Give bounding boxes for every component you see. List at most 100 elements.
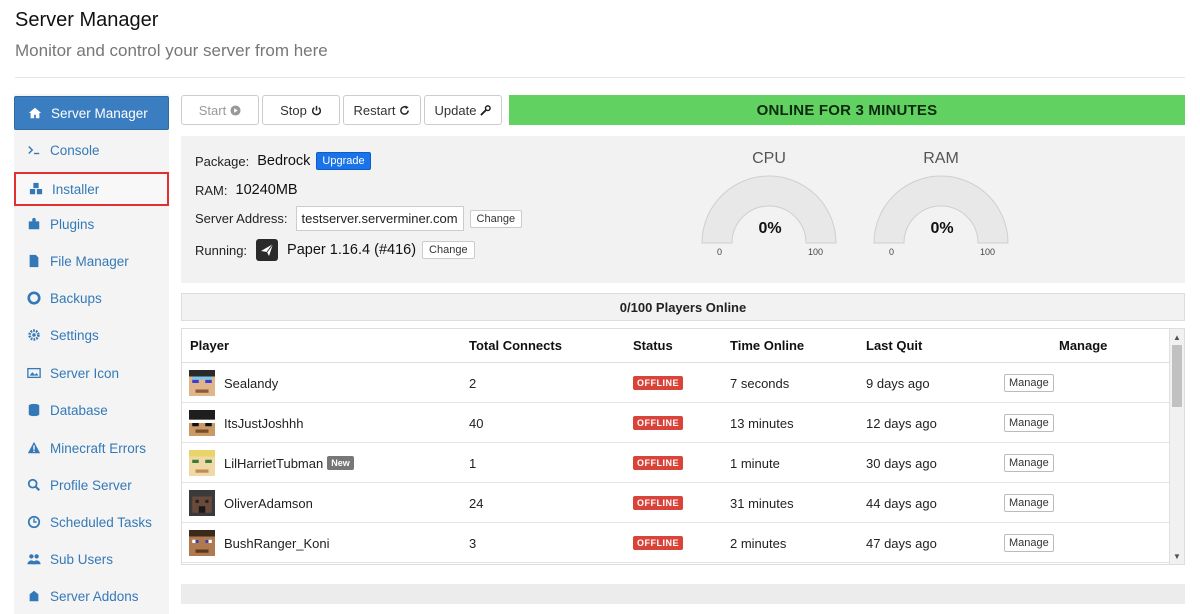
server-address-field[interactable]: testserver.serverminer.com — [295, 206, 464, 231]
power-icon — [311, 105, 321, 115]
sidebar-item-minecraft-errors[interactable]: Minecraft Errors — [14, 431, 169, 465]
lifebuoy-icon — [26, 290, 42, 306]
total-connects: 24 — [469, 495, 484, 511]
table-row: Sealandy 2 OFFLINE 7 seconds 9 days ago … — [182, 363, 1170, 403]
running-label: Running: — [195, 242, 248, 258]
status-cell: OFFLINE — [633, 483, 683, 523]
home-icon — [27, 105, 43, 121]
player-name[interactable]: BushRanger_Koni — [224, 536, 330, 551]
sidebar-item-server-icon[interactable]: Server Icon — [14, 356, 169, 390]
column-header-total-connects: Total Connects — [469, 338, 562, 353]
last-quit: 30 days ago — [866, 455, 937, 471]
status-badge: OFFLINE — [633, 536, 683, 550]
sidebar-item-label: Profile Server — [50, 477, 132, 493]
player-cell: LilHarrietTubman New — [182, 443, 354, 483]
sidebar-item-installer[interactable]: Installer — [14, 172, 169, 206]
avatar — [189, 530, 215, 556]
table-row: ItsJustJoshhh 40 OFFLINE 13 minutes 12 d… — [182, 403, 1170, 443]
package-value: Bedrock — [257, 153, 311, 169]
sidebar-item-settings[interactable]: Settings — [14, 318, 169, 352]
sidebar-item-backups[interactable]: Backups — [14, 281, 169, 315]
sidebar-item-scheduled-tasks[interactable]: Scheduled Tasks — [14, 505, 169, 539]
title-divider — [15, 77, 1185, 78]
player-name[interactable]: Sealandy — [224, 376, 278, 391]
avatar — [189, 370, 215, 396]
server-info-panel: Package: Bedrock Upgrade RAM: 10240MB Se… — [181, 136, 1185, 283]
player-name[interactable]: ItsJustJoshhh — [224, 416, 304, 431]
cpu-gauge-max: 100 — [808, 247, 824, 257]
sidebar-item-label: Database — [50, 402, 108, 418]
sidebar: Server Manager Console Installer Plugins… — [14, 94, 169, 614]
sidebar-item-server-addons[interactable]: Server Addons — [14, 579, 169, 613]
ram-gauge-value: 0% — [930, 220, 954, 237]
ram-gauge-max: 100 — [980, 247, 996, 257]
update-button-label: Update — [434, 102, 477, 118]
column-header-status: Status — [633, 338, 673, 353]
manage-cell: Manage — [1004, 403, 1054, 443]
status-cell: OFFLINE — [633, 363, 683, 403]
total-connects: 1 — [469, 455, 477, 471]
sidebar-item-label: Server Addons — [50, 588, 139, 604]
server-status-bar: ONLINE FOR 3 MINUTES — [509, 95, 1185, 125]
manage-cell: Manage — [1004, 483, 1054, 523]
start-button[interactable]: Start — [181, 95, 259, 125]
restart-button[interactable]: Restart — [343, 95, 421, 125]
running-row: Running: Paper 1.16.4 (#416) Change — [195, 239, 475, 261]
sidebar-item-profile-server[interactable]: Profile Server — [14, 468, 169, 502]
scroll-down-arrow[interactable]: ▼ — [1170, 549, 1184, 563]
cpu-gauge-value: 0% — [758, 220, 782, 237]
avatar — [189, 490, 215, 516]
sidebar-item-label: Server Manager — [51, 105, 148, 121]
last-quit: 9 days ago — [866, 375, 930, 391]
update-button[interactable]: Update — [424, 95, 502, 125]
player-cell: ItsJustJoshhh — [182, 403, 304, 443]
time-online: 1 minute — [730, 455, 780, 471]
ram-gauge-min: 0 — [889, 247, 895, 257]
status-badge: OFFLINE — [633, 456, 683, 470]
stop-button[interactable]: Stop — [262, 95, 340, 125]
sidebar-item-label: Sub Users — [50, 551, 114, 567]
sidebar-item-label: Plugins — [50, 216, 95, 232]
refresh-icon — [400, 104, 410, 115]
sidebar-item-label: Minecraft Errors — [50, 440, 147, 456]
search-icon — [26, 477, 42, 493]
new-badge: New — [327, 456, 354, 470]
package-row: Package: Bedrock Upgrade — [195, 152, 371, 170]
manage-cell: Manage — [1004, 363, 1054, 403]
manage-button[interactable]: Manage — [1004, 374, 1054, 392]
manage-button[interactable]: Manage — [1004, 414, 1054, 432]
status-cell: OFFLINE — [633, 403, 683, 443]
running-change-button[interactable]: Change — [422, 241, 475, 259]
player-cell: OliverAdamson — [182, 483, 313, 523]
address-change-button[interactable]: Change — [469, 209, 523, 228]
total-connects: 2 — [469, 375, 477, 391]
manage-button[interactable]: Manage — [1004, 454, 1054, 472]
total-connects: 40 — [469, 415, 484, 431]
sidebar-item-label: Installer — [52, 181, 100, 197]
status-badge: OFFLINE — [633, 496, 683, 510]
scroll-up-arrow[interactable]: ▲ — [1170, 330, 1184, 344]
table-row: OliverAdamson 24 OFFLINE 31 minutes 44 d… — [182, 483, 1170, 523]
player-name[interactable]: LilHarrietTubman — [224, 456, 323, 471]
manage-button[interactable]: Manage — [1004, 494, 1054, 512]
cubes-icon — [28, 181, 44, 197]
player-name[interactable]: OliverAdamson — [224, 496, 313, 511]
sidebar-item-label: Server Icon — [50, 365, 120, 381]
status-cell: OFFLINE — [633, 443, 683, 483]
table-scrollbar[interactable]: ▲ ▼ — [1169, 329, 1184, 564]
terminal-icon — [26, 142, 42, 158]
scroll-thumb[interactable] — [1172, 345, 1182, 407]
sidebar-item-file-manager[interactable]: File Manager — [14, 244, 169, 278]
package-label: Package: — [195, 153, 250, 169]
cpu-gauge-label: CPU — [752, 150, 786, 167]
sidebar-item-console[interactable]: Console — [14, 133, 169, 167]
time-online: 2 minutes — [730, 535, 787, 551]
sidebar-item-sub-users[interactable]: Sub Users — [14, 542, 169, 576]
sidebar-item-server-manager[interactable]: Server Manager — [14, 96, 169, 130]
sidebar-item-plugins[interactable]: Plugins — [14, 207, 169, 241]
sidebar-item-label: Console — [50, 142, 100, 158]
sidebar-item-database[interactable]: Database — [14, 393, 169, 427]
upgrade-button[interactable]: Upgrade — [316, 152, 371, 170]
manage-button[interactable]: Manage — [1004, 534, 1054, 552]
ram-gauge-label: RAM — [923, 150, 959, 167]
